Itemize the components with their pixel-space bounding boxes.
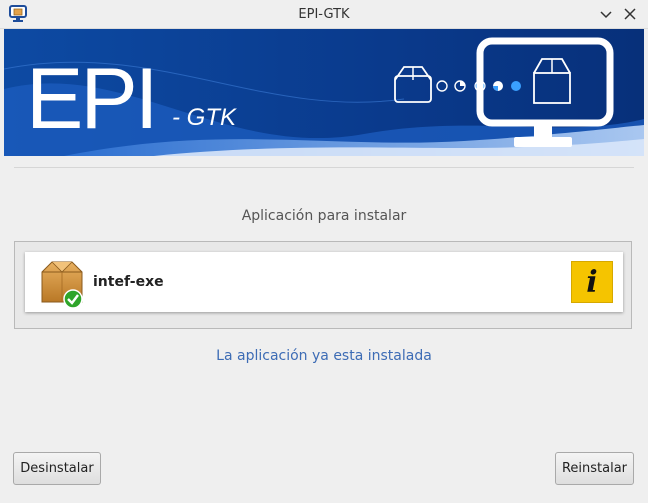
uninstall-button[interactable]: Desinstalar — [13, 452, 101, 485]
chevron-down-icon — [600, 11, 612, 19]
window-titlebar: EPI-GTK — [0, 0, 648, 29]
info-icon: i — [586, 264, 598, 300]
info-button[interactable]: i — [571, 261, 613, 303]
close-button[interactable] — [620, 4, 640, 24]
separator — [14, 167, 634, 168]
banner-logo-sub: - GTK — [172, 104, 237, 131]
package-installed-icon — [38, 258, 86, 309]
app-list-item[interactable]: intef-exe i — [25, 252, 623, 312]
minimize-button[interactable] — [596, 4, 616, 24]
status-message: La aplicación ya esta instalada — [216, 348, 432, 364]
window-title: EPI-GTK — [298, 7, 350, 22]
reinstall-button[interactable]: Reinstalar — [555, 452, 634, 485]
app-list: intef-exe i — [14, 241, 632, 329]
close-icon — [624, 8, 636, 20]
banner-logo-main: EPI — [26, 51, 156, 147]
app-name: intef-exe — [93, 274, 164, 290]
section-subtitle: Aplicación para instalar — [241, 208, 407, 224]
header-banner: EPI - GTK — [4, 29, 644, 156]
